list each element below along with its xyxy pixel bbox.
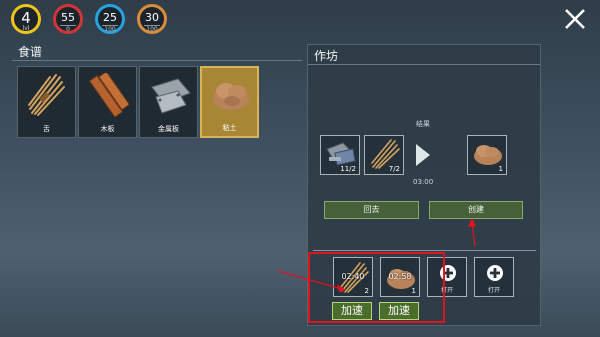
annotation-arrows	[277, 218, 476, 292]
